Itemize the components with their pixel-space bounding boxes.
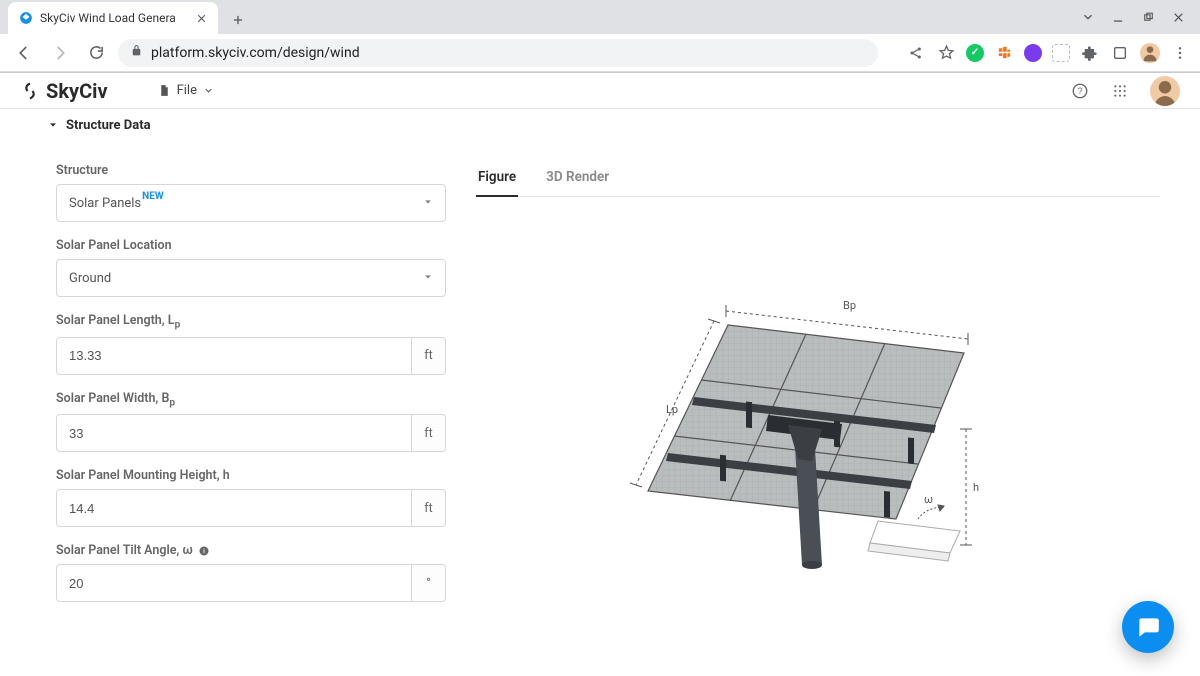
dim-bp-label: Bp: [843, 299, 856, 312]
browser-tab[interactable]: SkyCiv Wind Load Genera: [8, 2, 218, 34]
field-label: Solar Panel Width, Bp: [56, 391, 446, 409]
close-icon[interactable]: [194, 11, 208, 25]
height-input[interactable]: [56, 489, 412, 527]
url-text: platform.skyciv.com/design/wind: [151, 45, 360, 61]
location-dropdown[interactable]: Ground: [56, 259, 446, 297]
window-controls: [1080, 0, 1200, 34]
tilt-input[interactable]: [56, 564, 412, 602]
chevron-down-icon: [423, 271, 433, 286]
lock-icon: [130, 44, 143, 61]
chat-widget[interactable]: [1122, 601, 1174, 653]
browser-toolbar: ✓: [906, 43, 1190, 63]
address-bar: platform.skyciv.com/design/wind ✓: [0, 34, 1200, 72]
apps-grid-icon[interactable]: [1110, 81, 1130, 101]
field-label: Structure: [56, 163, 446, 178]
tab-overview-icon[interactable]: [1110, 43, 1130, 63]
extension-icon[interactable]: [994, 43, 1014, 63]
field-label: Solar Panel Tilt Angle, ω i: [56, 543, 446, 558]
new-badge: NEW: [142, 191, 163, 202]
tab-figure[interactable]: Figure: [476, 163, 518, 197]
field-label: Solar Panel Mounting Height, h: [56, 468, 446, 483]
figure-area: Bp Lp h ω: [476, 205, 1160, 595]
file-menu[interactable]: File: [158, 83, 214, 98]
extension-icon[interactable]: [1024, 44, 1042, 62]
structure-dropdown[interactable]: Solar PanelsNEW: [56, 184, 446, 222]
svg-text:?: ?: [1077, 86, 1082, 96]
minimize-icon[interactable]: [1110, 9, 1126, 25]
visualization-column: Figure 3D Render: [476, 163, 1160, 618]
section-header[interactable]: Structure Data: [0, 109, 1200, 135]
extension-icon[interactable]: ✓: [966, 44, 984, 62]
chat-icon: [1135, 614, 1161, 640]
field-structure: Structure Solar PanelsNEW: [56, 163, 446, 222]
profile-avatar[interactable]: [1140, 43, 1160, 63]
chevron-down-icon: [423, 196, 433, 211]
file-icon: [158, 84, 171, 97]
form-column: Structure Solar PanelsNEW Solar Panel Lo…: [56, 163, 446, 618]
brand[interactable]: SkyCiv: [20, 79, 108, 103]
chevron-down-icon: [203, 85, 214, 96]
omnibox[interactable]: platform.skyciv.com/design/wind: [118, 39, 878, 67]
extensions-icon[interactable]: [1080, 43, 1100, 63]
solar-panel-diagram: Bp Lp h ω: [608, 265, 1028, 595]
help-icon[interactable]: ?: [1070, 81, 1090, 101]
field-tilt: Solar Panel Tilt Angle, ω i °: [56, 543, 446, 602]
dropdown-value: Ground: [69, 271, 111, 286]
width-input[interactable]: [56, 414, 412, 452]
back-button[interactable]: [10, 39, 38, 67]
field-width: Solar Panel Width, Bp ft: [56, 391, 446, 453]
tab-strip: SkyCiv Wind Load Genera: [0, 0, 1200, 34]
user-avatar[interactable]: [1150, 76, 1180, 106]
unit-addon: ft: [412, 489, 446, 527]
tab-3d-render[interactable]: 3D Render: [544, 163, 611, 196]
unit-addon: ft: [412, 337, 446, 375]
share-icon[interactable]: [906, 43, 926, 63]
new-tab-button[interactable]: [224, 6, 252, 34]
forward-button[interactable]: [46, 39, 74, 67]
field-length: Solar Panel Length, Lp ft: [56, 313, 446, 375]
field-label: Solar Panel Length, Lp: [56, 313, 446, 331]
dropdown-value: Solar Panels: [69, 196, 141, 211]
tab-favicon-icon: [18, 10, 34, 26]
brand-text: SkyCiv: [46, 79, 108, 103]
length-input[interactable]: [56, 337, 412, 375]
close-window-icon[interactable]: [1170, 9, 1186, 25]
section-title: Structure Data: [66, 118, 151, 133]
dim-h-label: h: [973, 481, 979, 494]
kebab-icon[interactable]: [1170, 43, 1190, 63]
unit-addon: ft: [412, 414, 446, 452]
field-height: Solar Panel Mounting Height, h ft: [56, 468, 446, 527]
file-label: File: [177, 83, 197, 98]
field-location: Solar Panel Location Ground: [56, 238, 446, 297]
field-label: Solar Panel Location: [56, 238, 446, 253]
app-header: SkyCiv File ?: [0, 73, 1200, 109]
star-icon[interactable]: [936, 43, 956, 63]
chevron-down-icon[interactable]: [1080, 9, 1096, 25]
reload-button[interactable]: [82, 39, 110, 67]
restore-icon[interactable]: [1140, 9, 1156, 25]
unit-addon: °: [412, 564, 446, 602]
viz-tabs: Figure 3D Render: [476, 163, 1160, 197]
dim-omega-label: ω: [924, 493, 933, 506]
info-icon[interactable]: i: [198, 545, 210, 557]
tab-title: SkyCiv Wind Load Genera: [40, 11, 188, 25]
caret-down-icon: [48, 120, 58, 130]
brand-icon: [20, 81, 40, 101]
content-scroll[interactable]: Structure Data Structure Solar PanelsNEW…: [0, 109, 1200, 676]
extension-icon[interactable]: [1052, 44, 1070, 62]
dim-lp-label: Lp: [666, 403, 678, 416]
browser-chrome: SkyCiv Wind Load Genera: [0, 0, 1200, 73]
